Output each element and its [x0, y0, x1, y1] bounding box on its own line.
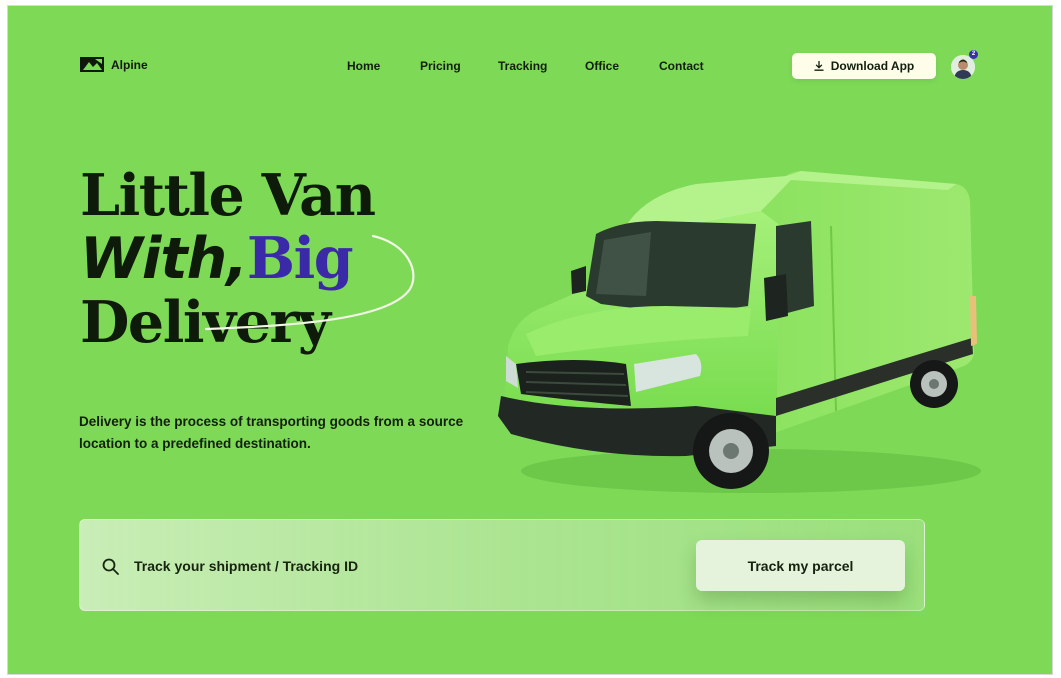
- hero-description: Delivery is the process of transporting …: [79, 414, 464, 451]
- nav-tracking[interactable]: Tracking: [498, 59, 547, 73]
- brand-logo[interactable]: Alpine: [80, 57, 148, 72]
- download-icon: [814, 61, 824, 71]
- delivery-van-image: [498, 171, 981, 493]
- download-app-label: Download App: [830, 59, 915, 73]
- page: Alpine Home Pricing Tracking Office Cont…: [7, 5, 1053, 675]
- tracking-bar: Track my parcel: [79, 519, 925, 611]
- mountain-logo-icon: [80, 57, 104, 72]
- brand-name: Alpine: [111, 57, 148, 72]
- download-app-button[interactable]: Download App: [792, 53, 936, 79]
- track-parcel-label: Track my parcel: [747, 557, 854, 574]
- nav-home[interactable]: Home: [347, 59, 380, 73]
- nav-contact[interactable]: Contact: [659, 59, 704, 73]
- nav-office[interactable]: Office: [585, 59, 619, 73]
- tracking-id-input[interactable]: [134, 552, 674, 580]
- accent-swoosh: [204, 234, 415, 331]
- notification-badge: 2: [969, 50, 978, 59]
- headline-line-1: Little Van: [80, 162, 376, 229]
- track-parcel-button[interactable]: Track my parcel: [696, 540, 905, 591]
- search-icon: [102, 558, 119, 575]
- nav-pricing[interactable]: Pricing: [420, 59, 461, 73]
